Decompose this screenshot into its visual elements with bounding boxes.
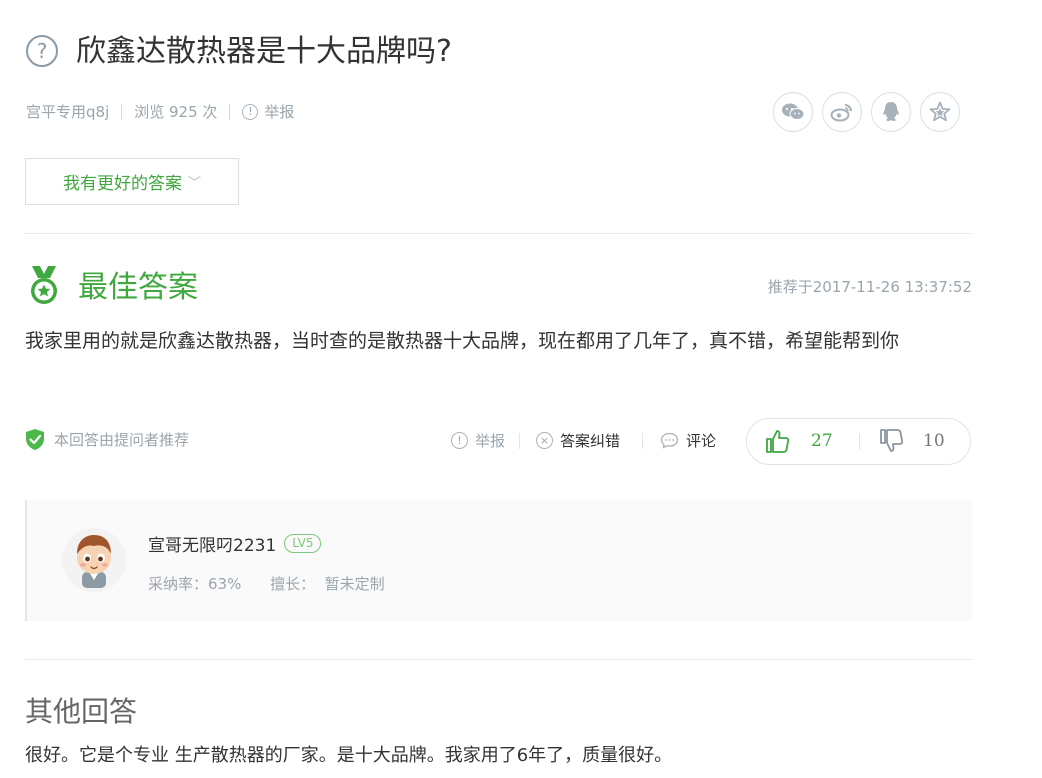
question-title: 欣鑫达散热器是十大品牌吗? xyxy=(76,34,452,69)
comment-icon xyxy=(660,432,679,449)
favorite-button[interactable] xyxy=(920,92,960,132)
thumbs-down-icon xyxy=(880,429,904,452)
action-divider xyxy=(642,433,643,449)
report-question-link[interactable]: 举报 xyxy=(264,100,294,124)
qq-share-button[interactable] xyxy=(871,92,911,132)
qq-icon xyxy=(883,102,899,121)
question-mark-icon: ? xyxy=(26,35,58,67)
avatar[interactable] xyxy=(62,526,126,594)
best-answer-text: 我家里用的就是欣鑫达散热器，当时查的是散热器十大品牌，现在都用了几年了，真不错，… xyxy=(25,330,900,352)
better-answer-button[interactable]: 我有更好的答案 ﹀ xyxy=(25,158,239,205)
thumbs-up-icon xyxy=(766,430,790,453)
adoption-rate: 采纳率：63% xyxy=(148,575,242,593)
divider xyxy=(25,233,972,234)
asker-recommended: 本回答由提问者推荐 xyxy=(25,428,189,451)
wechat-share-button[interactable] xyxy=(773,92,813,132)
report-answer-label: 举报 xyxy=(475,432,506,450)
like-count: 27 xyxy=(811,431,833,451)
star-icon xyxy=(929,101,951,122)
close-circle-icon: × xyxy=(536,432,553,449)
asker-name[interactable]: 宫平专用q8j xyxy=(26,100,109,124)
wechat-icon xyxy=(782,103,805,120)
comment-link[interactable]: 评论 xyxy=(660,430,716,451)
view-count: 浏览 925 次 xyxy=(134,103,218,121)
weibo-share-button[interactable] xyxy=(822,92,862,132)
weibo-icon xyxy=(830,104,852,122)
correct-answer-label: 答案纠错 xyxy=(560,432,621,450)
specialty: 擅长： 暂未定制 xyxy=(270,575,385,593)
vote-divider xyxy=(859,434,860,450)
report-icon: ! xyxy=(242,104,259,120)
question-meta: 宫平专用q8j 浏览 925 次 ! 举报 xyxy=(26,100,294,124)
answerer-name-row: 宣哥无限叼2231 LV5 xyxy=(148,531,322,556)
comment-label: 评论 xyxy=(686,432,717,450)
meta-divider xyxy=(229,104,231,120)
chevron-down-icon: ﹀ xyxy=(187,176,201,191)
like-button[interactable]: 27 xyxy=(765,428,833,454)
report-icon: ! xyxy=(451,432,468,449)
correct-answer-link[interactable]: × 答案纠错 xyxy=(536,430,620,451)
report-answer-link[interactable]: ! 举报 xyxy=(451,430,505,451)
action-divider xyxy=(519,433,520,449)
dislike-count: 10 xyxy=(923,431,945,451)
shield-check-icon xyxy=(26,429,44,450)
answerer-stats: 采纳率：63% 擅长： 暂未定制 xyxy=(148,573,385,594)
other-answer-text: 很好。它是个专业 生产散热器的厂家。是十大品牌。我家用了6年了，质量很好。 xyxy=(25,745,673,766)
medal-icon xyxy=(31,266,57,304)
level-badge: LV5 xyxy=(284,534,322,553)
page: ? 欣鑫达散热器是十大品牌吗? 宫平专用q8j 浏览 925 次 ! 举报 我有… xyxy=(0,0,1042,778)
answerer-name[interactable]: 宣哥无限叼2231 xyxy=(148,531,276,556)
better-answer-label: 我有更好的答案 xyxy=(62,174,182,194)
asker-recommended-label: 本回答由提问者推荐 xyxy=(54,431,190,449)
recommended-time: 推荐于2017-11-26 13:37:52 xyxy=(767,278,972,296)
meta-divider xyxy=(121,104,123,120)
answerer-card xyxy=(25,500,972,621)
other-answers-heading: 其他回答 xyxy=(25,695,138,728)
divider xyxy=(25,659,972,660)
dislike-button[interactable]: 10 xyxy=(879,428,945,454)
best-answer-heading: 最佳答案 xyxy=(78,270,198,305)
